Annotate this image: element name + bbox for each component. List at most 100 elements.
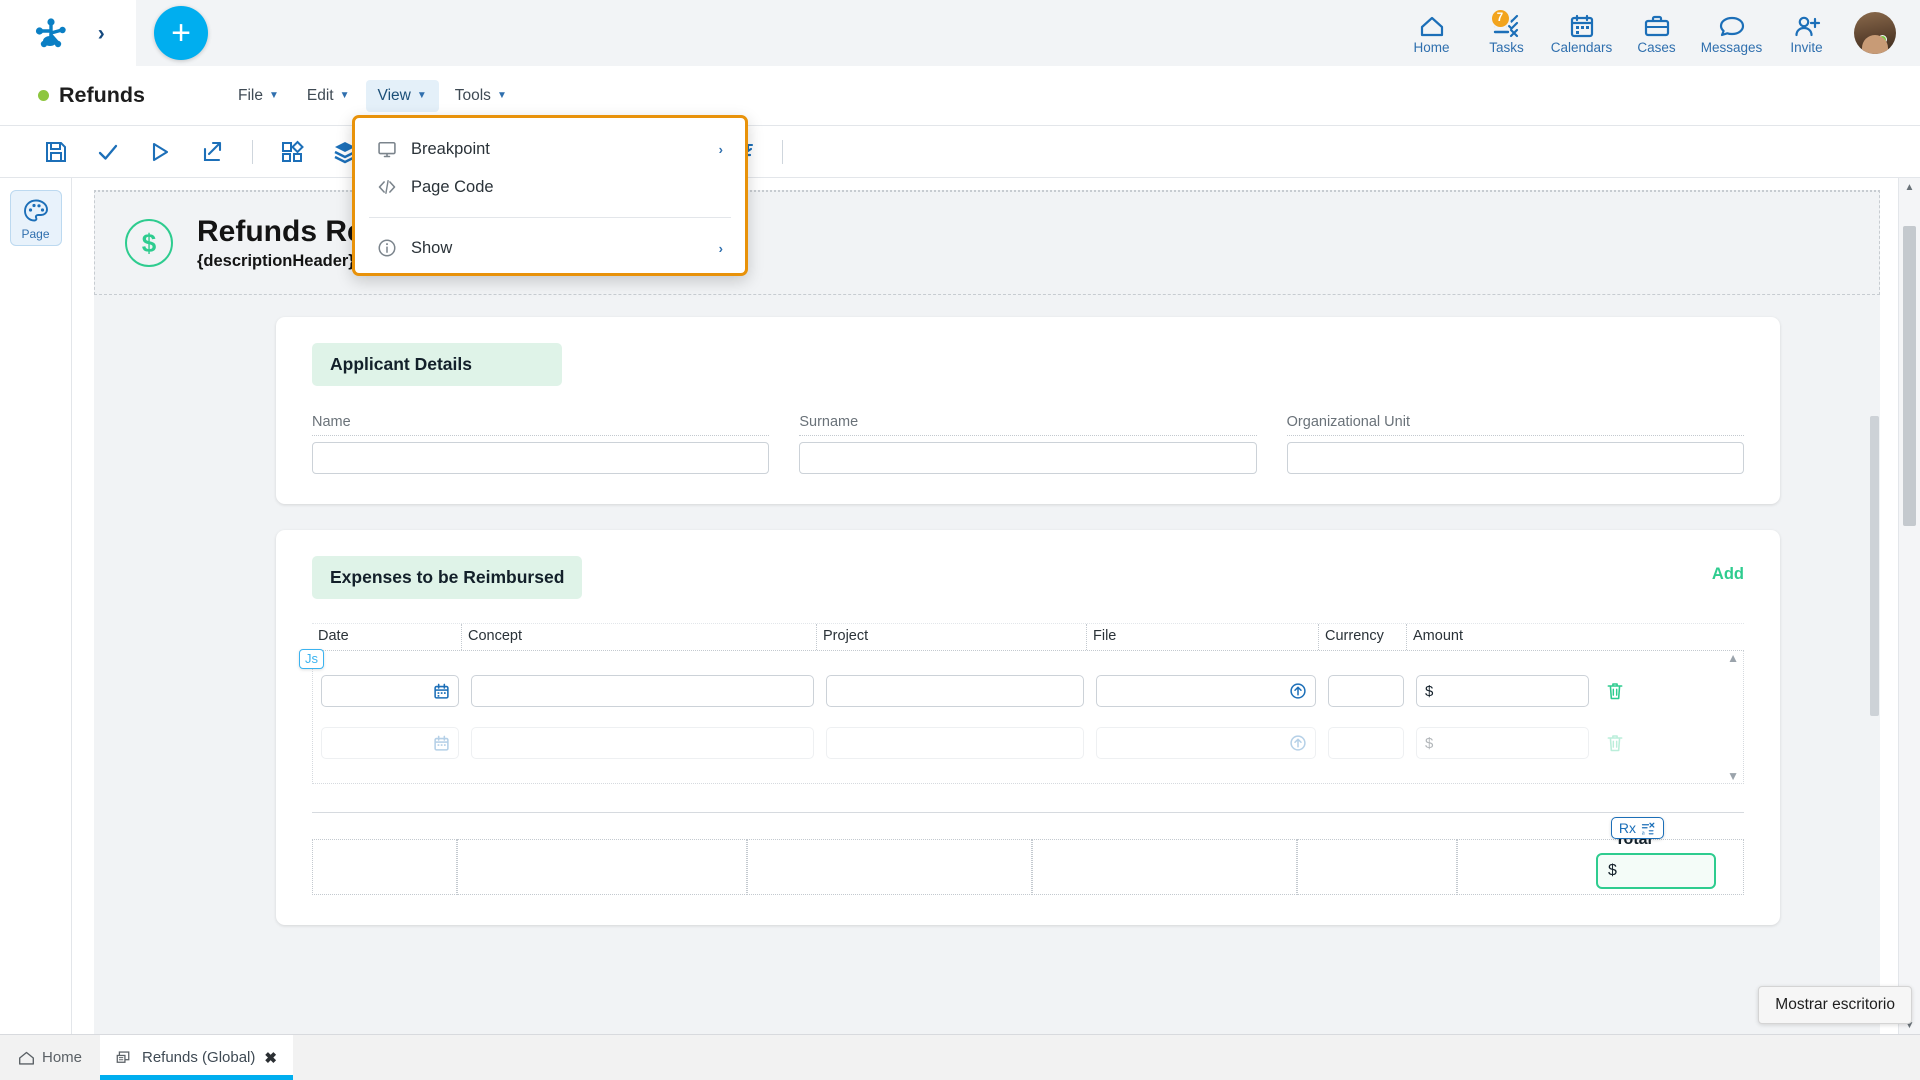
nav-label-invite: Invite [1790,39,1823,55]
editor-toolbar: 1367px [0,126,1920,178]
rx-formula-tag[interactable]: Rx a [1610,817,1664,839]
taskbar-tab-refunds[interactable]: Refunds (Global) ✖ [100,1035,293,1080]
input-project[interactable] [826,727,1084,759]
input-date[interactable] [321,675,459,707]
menu-bar: Refunds File ▼ Edit ▼ View ▼ Tools ▼ [0,66,1920,126]
table-row[interactable]: Js $ [299,649,1743,717]
input-date[interactable] [321,727,459,759]
input-concept[interactable] [471,675,814,707]
home-icon [1419,12,1445,38]
rx-label: Rx [1618,820,1636,836]
code-icon [377,177,397,197]
palette-icon [23,198,49,224]
add-new-button[interactable]: + [154,6,208,60]
menu-edit[interactable]: Edit ▼ [295,80,362,112]
grid-scroll-down-icon[interactable]: ▼ [313,769,1743,783]
menu-item-breakpoint[interactable]: Breakpoint › [355,130,745,168]
rail-item-page[interactable]: Page [9,190,62,246]
column-file: File [1087,624,1319,650]
chevron-right-icon[interactable]: › [98,23,105,44]
field-label-organizational-unit: Organizational Unit [1286,414,1744,436]
scroll-thumb[interactable] [1903,226,1916,526]
save-icon[interactable] [30,132,82,172]
input-file[interactable] [1096,675,1316,707]
nav-item-messages[interactable]: Messages [1694,0,1769,66]
upload-icon [1290,683,1306,699]
menu-tools[interactable]: Tools ▼ [443,80,519,112]
grid-scroll-up-icon[interactable]: ▲ [313,651,1743,665]
input-currency[interactable] [1328,727,1404,759]
canvas-inner-scrollbar[interactable] [1868,190,1880,1034]
menu-item-show-label: Show [411,238,453,257]
run-icon[interactable] [134,132,186,172]
expenses-grid: Date Concept Project File Currency Amoun… [299,623,1744,784]
dollar-circle-icon: $ [125,219,173,267]
menu-view[interactable]: View ▼ [365,79,439,112]
nav-item-tasks[interactable]: 7 Tasks [1469,0,1544,66]
input-surname[interactable] [799,442,1257,474]
menu-edit-label: Edit [306,86,334,104]
nav-label-cases: Cases [1637,39,1676,55]
menu-item-show[interactable]: Show › [355,229,745,267]
design-canvas[interactable]: $ Refunds Request {descriptionHeader} Ap… [72,178,1898,1034]
column-currency: Currency [1319,624,1407,650]
canvas-inner-scroll-thumb[interactable] [1870,416,1879,716]
input-name[interactable] [312,442,770,474]
top-nav-items: Home 7 Tasks Calendars Cases Messages In… [1394,0,1906,66]
field-organizational-unit: Organizational Unit [1286,414,1744,474]
trash-icon[interactable] [1605,733,1625,753]
user-plus-icon [1793,12,1821,38]
check-icon[interactable] [82,132,134,172]
js-tag[interactable]: Js [299,649,324,670]
nav-item-home[interactable]: Home [1394,0,1469,66]
toolbar-separator [781,139,783,164]
input-amount[interactable]: $ [1416,675,1589,707]
input-currency[interactable] [1328,675,1404,707]
nav-item-invite[interactable]: Invite [1769,0,1844,66]
input-project[interactable] [826,675,1084,707]
expenses-grid-header: Date Concept Project File Currency Amoun… [312,623,1744,651]
bottom-taskbar: Home Refunds (Global) ✖ [0,1034,1920,1080]
expenses-card: Expenses to be Reimbursed Add Date Conce… [276,530,1780,925]
menu-file[interactable]: File ▼ [226,80,291,112]
input-organizational-unit[interactable] [1286,442,1744,474]
scroll-track[interactable] [1903,196,1916,1016]
avatar[interactable] [1844,0,1906,66]
application-window: › + Home 7 Tasks Calendars Cases Message… [0,0,1920,1080]
input-file[interactable] [1096,727,1316,759]
menu-item-page-code[interactable]: Page Code [355,168,745,206]
trash-icon[interactable] [1605,681,1625,701]
applicant-details-card: Applicant Details Name Surname Organizat… [276,317,1780,504]
add-expense-link[interactable]: Add [1712,556,1744,584]
table-row[interactable]: $ [313,717,1743,769]
scroll-up-icon[interactable]: ▲ [1899,178,1920,196]
components-icon[interactable] [267,132,319,172]
share-out-icon[interactable] [186,132,238,172]
vertical-scrollbar[interactable]: ▲ ▼ [1898,178,1920,1034]
expenses-section-title: Expenses to be Reimbursed [312,556,583,599]
field-label-name: Name [312,414,770,436]
view-dropdown-menu[interactable]: Breakpoint › Page Code Show › [352,115,748,276]
column-amount: Amount [1413,628,1463,644]
input-amount[interactable]: $ [1416,727,1589,759]
input-concept[interactable] [471,727,814,759]
app-logo-icon[interactable] [31,13,71,53]
total-band: Rx a Total $ [312,817,1744,895]
column-date: Date [312,624,462,650]
nav-item-cases[interactable]: Cases [1619,0,1694,66]
menu-view-label: View [377,86,411,104]
chevron-down-icon: ▼ [416,90,427,101]
online-status-dot [1878,35,1887,44]
field-surname: Surname [799,414,1257,474]
expenses-grid-body: ▲ Js $ $ ▼ [299,649,1744,784]
close-icon[interactable]: ✖ [264,1049,277,1067]
column-concept: Concept [462,624,817,650]
menu-tools-label: Tools [454,86,491,104]
taskbar-home-button[interactable]: Home [0,1035,100,1080]
nav-item-calendars[interactable]: Calendars [1544,0,1619,66]
formula-icon: a [1641,821,1656,836]
nav-label-tasks: Tasks [1489,39,1524,55]
nav-label-messages: Messages [1700,39,1763,55]
total-value[interactable]: $ [1596,853,1716,889]
column-project: Project [817,624,1087,650]
